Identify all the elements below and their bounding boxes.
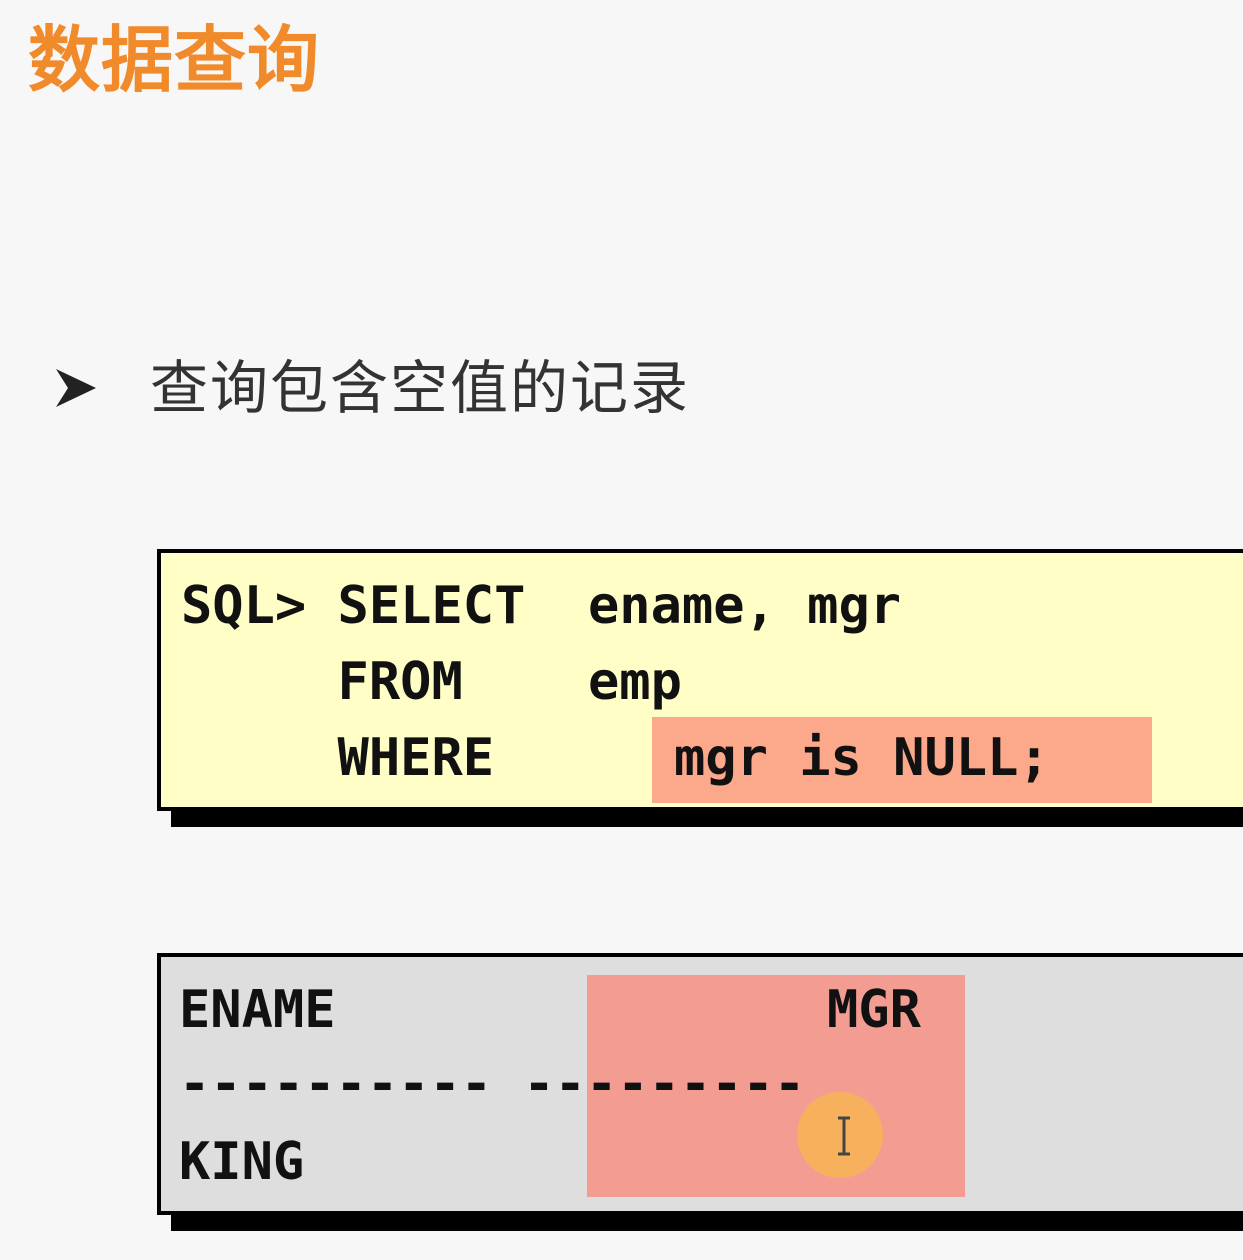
arrowhead-bullet-icon [56,369,96,407]
result-row-ename: KING [179,1132,305,1192]
slide-title: 数据查询 [28,18,321,102]
sql-line-from: FROM emp [181,652,682,712]
sql-line-select: SQL> SELECT ename, mgr [181,576,902,636]
sql-query-box: SQL> SELECT ename, mgr FROM emp WHERE mg… [157,549,1243,811]
bullet-item: 查询包含空值的记录 [52,348,690,428]
bullet-text: 查询包含空值的记录 [150,354,691,422]
result-header-ename: ENAME [179,980,336,1040]
query-result-box: ENAME MGR ---------- --------- KING [157,953,1243,1215]
sql-line-where: WHERE [181,728,588,788]
sql-condition: mgr is NULL; [674,728,1050,788]
text-cursor-icon [838,1116,850,1156]
result-header-mgr: MGR [827,980,921,1040]
result-divider: ---------- --------- [179,1054,806,1114]
